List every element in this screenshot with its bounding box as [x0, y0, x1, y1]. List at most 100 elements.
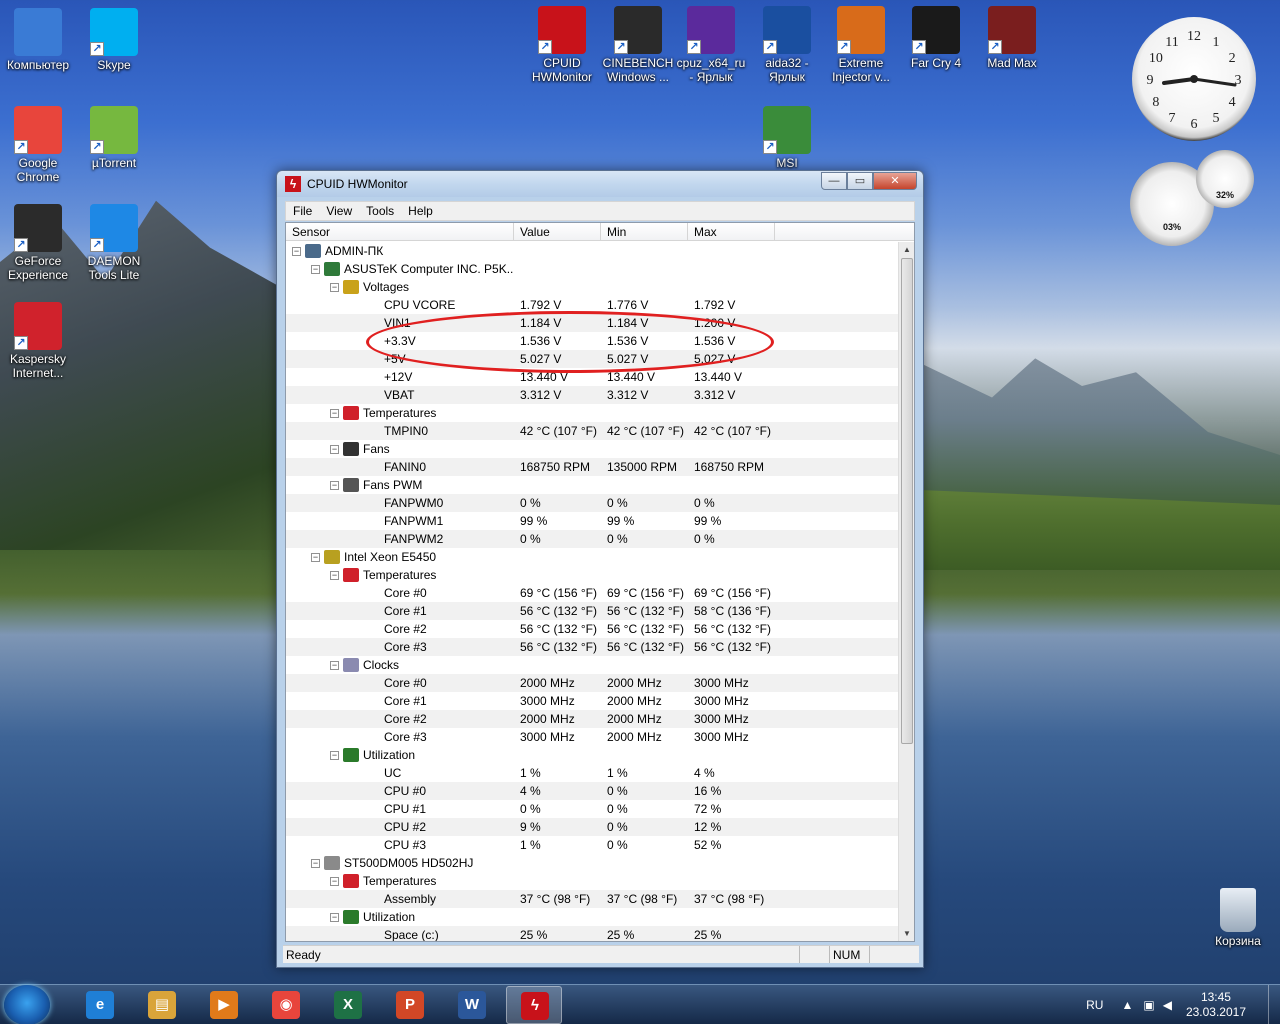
sensor-group-row[interactable]: − Temperatures [286, 566, 900, 584]
sensor-row[interactable]: CPU VCORE 1.792 V 1.776 V 1.792 V [286, 296, 900, 314]
sensor-row[interactable]: Core #0 2000 MHz 2000 MHz 3000 MHz [286, 674, 900, 692]
desktop-icon[interactable]: ↗ aida32 - Ярлык [749, 6, 825, 84]
sensor-row[interactable]: CPU #1 0 % 0 % 72 % [286, 800, 900, 818]
desktop-icon[interactable]: ↗ MSI [749, 106, 825, 170]
taskbar-hwmonitor-button[interactable]: ϟ [506, 985, 562, 1024]
desktop-icon[interactable]: ↗ GeForce Experience [0, 204, 76, 282]
sensor-row[interactable]: CPU #0 4 % 0 % 16 % [286, 782, 900, 800]
sensor-row[interactable]: Core #1 56 °C (132 °F) 56 °C (132 °F) 58 °C… [286, 602, 900, 620]
network-icon[interactable]: ▣ [1143, 998, 1154, 1012]
sensor-row[interactable]: +12V 13.440 V 13.440 V 13.440 V [286, 368, 900, 386]
collapse-toggle-icon[interactable]: − [330, 660, 339, 670]
menu-help[interactable]: Help [401, 204, 440, 218]
minimize-button[interactable]: — [821, 172, 847, 190]
collapse-toggle-icon[interactable]: − [311, 858, 320, 868]
sensor-row[interactable]: Assembly 37 °C (98 °F) 37 °C (98 °F) 37 °C … [286, 890, 900, 908]
taskbar-chrome-button[interactable]: ◉ [258, 986, 314, 1024]
sensor-group-row[interactable]: − ADMIN-ПК [286, 242, 900, 260]
column-value[interactable]: Value [514, 223, 601, 240]
sensor-row[interactable]: CPU #2 9 % 0 % 12 % [286, 818, 900, 836]
window-titlebar[interactable]: ϟ CPUID HWMonitor — ▭ ✕ [277, 171, 923, 197]
collapse-toggle-icon[interactable]: − [330, 282, 339, 292]
desktop-icon[interactable]: ↗ CPUID HWMonitor [524, 6, 600, 84]
sensor-group-row[interactable]: − Voltages [286, 278, 900, 296]
sensor-row[interactable]: +5V 5.027 V 5.027 V 5.027 V [286, 350, 900, 368]
tray-clock[interactable]: 13:45 23.03.2017 [1186, 990, 1246, 1020]
sensor-group-row[interactable]: − Clocks [286, 656, 900, 674]
collapse-toggle-icon[interactable]: − [330, 750, 339, 760]
sensor-group-row[interactable]: − Intel Xeon E5450 [286, 548, 900, 566]
hwmonitor-window[interactable]: ϟ CPUID HWMonitor — ▭ ✕ File View Tools … [276, 170, 924, 968]
sensor-row[interactable]: TMPIN0 42 °C (107 °F) 42 °C (107 °F) 42 °C … [286, 422, 900, 440]
start-button[interactable] [4, 984, 50, 1024]
show-desktop-button[interactable] [1268, 985, 1280, 1024]
collapse-toggle-icon[interactable]: − [311, 264, 320, 274]
desktop-icon[interactable]: ↗ cpuz_x64_ru - Ярлык [673, 6, 749, 84]
scroll-thumb[interactable] [901, 258, 913, 744]
menu-file[interactable]: File [286, 204, 319, 218]
desktop-icon[interactable]: ↗ Far Cry 4 [898, 6, 974, 70]
desktop-icon[interactable]: ↗ Google Chrome [0, 106, 76, 184]
tray-arrow-icon[interactable]: ▲ [1121, 998, 1133, 1012]
sensor-row[interactable]: Core #2 2000 MHz 2000 MHz 3000 MHz [286, 710, 900, 728]
sensor-group-row[interactable]: − Temperatures [286, 404, 900, 422]
sensor-list[interactable]: Sensor Value Min Max − ADMIN-ПК − ASUSTeK C… [285, 222, 915, 942]
desktop-icon[interactable]: ↗ Mad Max [974, 6, 1050, 70]
sensor-row[interactable]: Core #2 56 °C (132 °F) 56 °C (132 °F) 56 °C… [286, 620, 900, 638]
collapse-toggle-icon[interactable]: − [330, 570, 339, 580]
taskbar-powerpoint-button[interactable]: P [382, 986, 438, 1024]
sensor-row[interactable]: CPU #3 1 % 0 % 52 % [286, 836, 900, 854]
desktop-icon[interactable]: Компьютер [0, 8, 76, 72]
scroll-down-icon[interactable]: ▼ [899, 926, 914, 941]
collapse-toggle-icon[interactable]: − [311, 552, 320, 562]
desktop-icon[interactable]: ↗ Extreme Injector v... [823, 6, 899, 84]
taskbar-file-explorer-button[interactable]: ▤ [134, 986, 190, 1024]
desktop-icon[interactable]: ↗ Skype [76, 8, 152, 72]
taskbar-internet-explorer-button[interactable]: e [72, 986, 128, 1024]
recycle-bin[interactable]: Корзина [1200, 888, 1276, 948]
sensor-row[interactable]: FANPWM2 0 % 0 % 0 % [286, 530, 900, 548]
column-sensor[interactable]: Sensor [286, 223, 514, 240]
desktop-icon[interactable]: ↗ CINEBENCH Windows ... [600, 6, 676, 84]
sensor-row[interactable]: FANPWM0 0 % 0 % 0 % [286, 494, 900, 512]
taskbar-word-button[interactable]: W [444, 986, 500, 1024]
memory-meter-gadget[interactable]: 32% [1196, 150, 1254, 208]
sensor-row[interactable]: FANIN0 168750 RPM 135000 RPM 168750 RPM [286, 458, 900, 476]
sensor-group-row[interactable]: − Utilization [286, 908, 900, 926]
sensor-row[interactable]: UC 1 % 1 % 4 % [286, 764, 900, 782]
sensor-row[interactable]: +3.3V 1.536 V 1.536 V 1.536 V [286, 332, 900, 350]
language-indicator[interactable]: RU [1086, 998, 1103, 1012]
sensor-row[interactable]: Space (c:) 25 % 25 % 25 % [286, 926, 900, 941]
sensor-group-row[interactable]: − Utilization [286, 746, 900, 764]
sensor-group-row[interactable]: − ST500DM005 HD502HJ [286, 854, 900, 872]
collapse-toggle-icon[interactable]: − [292, 246, 301, 256]
volume-icon[interactable]: ◀ [1163, 998, 1172, 1012]
menu-view[interactable]: View [319, 204, 359, 218]
sensor-group-row[interactable]: − ASUSTeK Computer INC. P5K... [286, 260, 900, 278]
collapse-toggle-icon[interactable]: − [330, 408, 339, 418]
sensor-group-row[interactable]: − Fans [286, 440, 900, 458]
desktop-icon[interactable]: ↗ µTorrent [76, 106, 152, 170]
collapse-toggle-icon[interactable]: − [330, 480, 339, 490]
column-max[interactable]: Max [688, 223, 775, 240]
vertical-scrollbar[interactable]: ▲ ▼ [898, 242, 914, 941]
sensor-row[interactable]: Core #3 56 °C (132 °F) 56 °C (132 °F) 56 °C… [286, 638, 900, 656]
sensor-row[interactable]: Core #1 3000 MHz 2000 MHz 3000 MHz [286, 692, 900, 710]
desktop-icon[interactable]: ↗ DAEMON Tools Lite [76, 204, 152, 282]
desktop-icon[interactable]: ↗ Kaspersky Internet... [0, 302, 76, 380]
maximize-button[interactable]: ▭ [847, 172, 873, 190]
collapse-toggle-icon[interactable]: − [330, 876, 339, 886]
taskbar-media-player-button[interactable]: ▶ [196, 986, 252, 1024]
sensor-row[interactable]: VBAT 3.312 V 3.312 V 3.312 V [286, 386, 900, 404]
close-button[interactable]: ✕ [873, 172, 917, 190]
collapse-toggle-icon[interactable]: − [330, 912, 339, 922]
sensor-group-row[interactable]: − Temperatures [286, 872, 900, 890]
sensor-row[interactable]: Core #3 3000 MHz 2000 MHz 3000 MHz [286, 728, 900, 746]
menu-tools[interactable]: Tools [359, 204, 401, 218]
sensor-row[interactable]: FANPWM1 99 % 99 % 99 % [286, 512, 900, 530]
sensor-row[interactable]: VIN1 1.184 V 1.184 V 1.200 V [286, 314, 900, 332]
scroll-up-icon[interactable]: ▲ [899, 242, 914, 258]
column-min[interactable]: Min [601, 223, 688, 240]
collapse-toggle-icon[interactable]: − [330, 444, 339, 454]
sensor-group-row[interactable]: − Fans PWM [286, 476, 900, 494]
